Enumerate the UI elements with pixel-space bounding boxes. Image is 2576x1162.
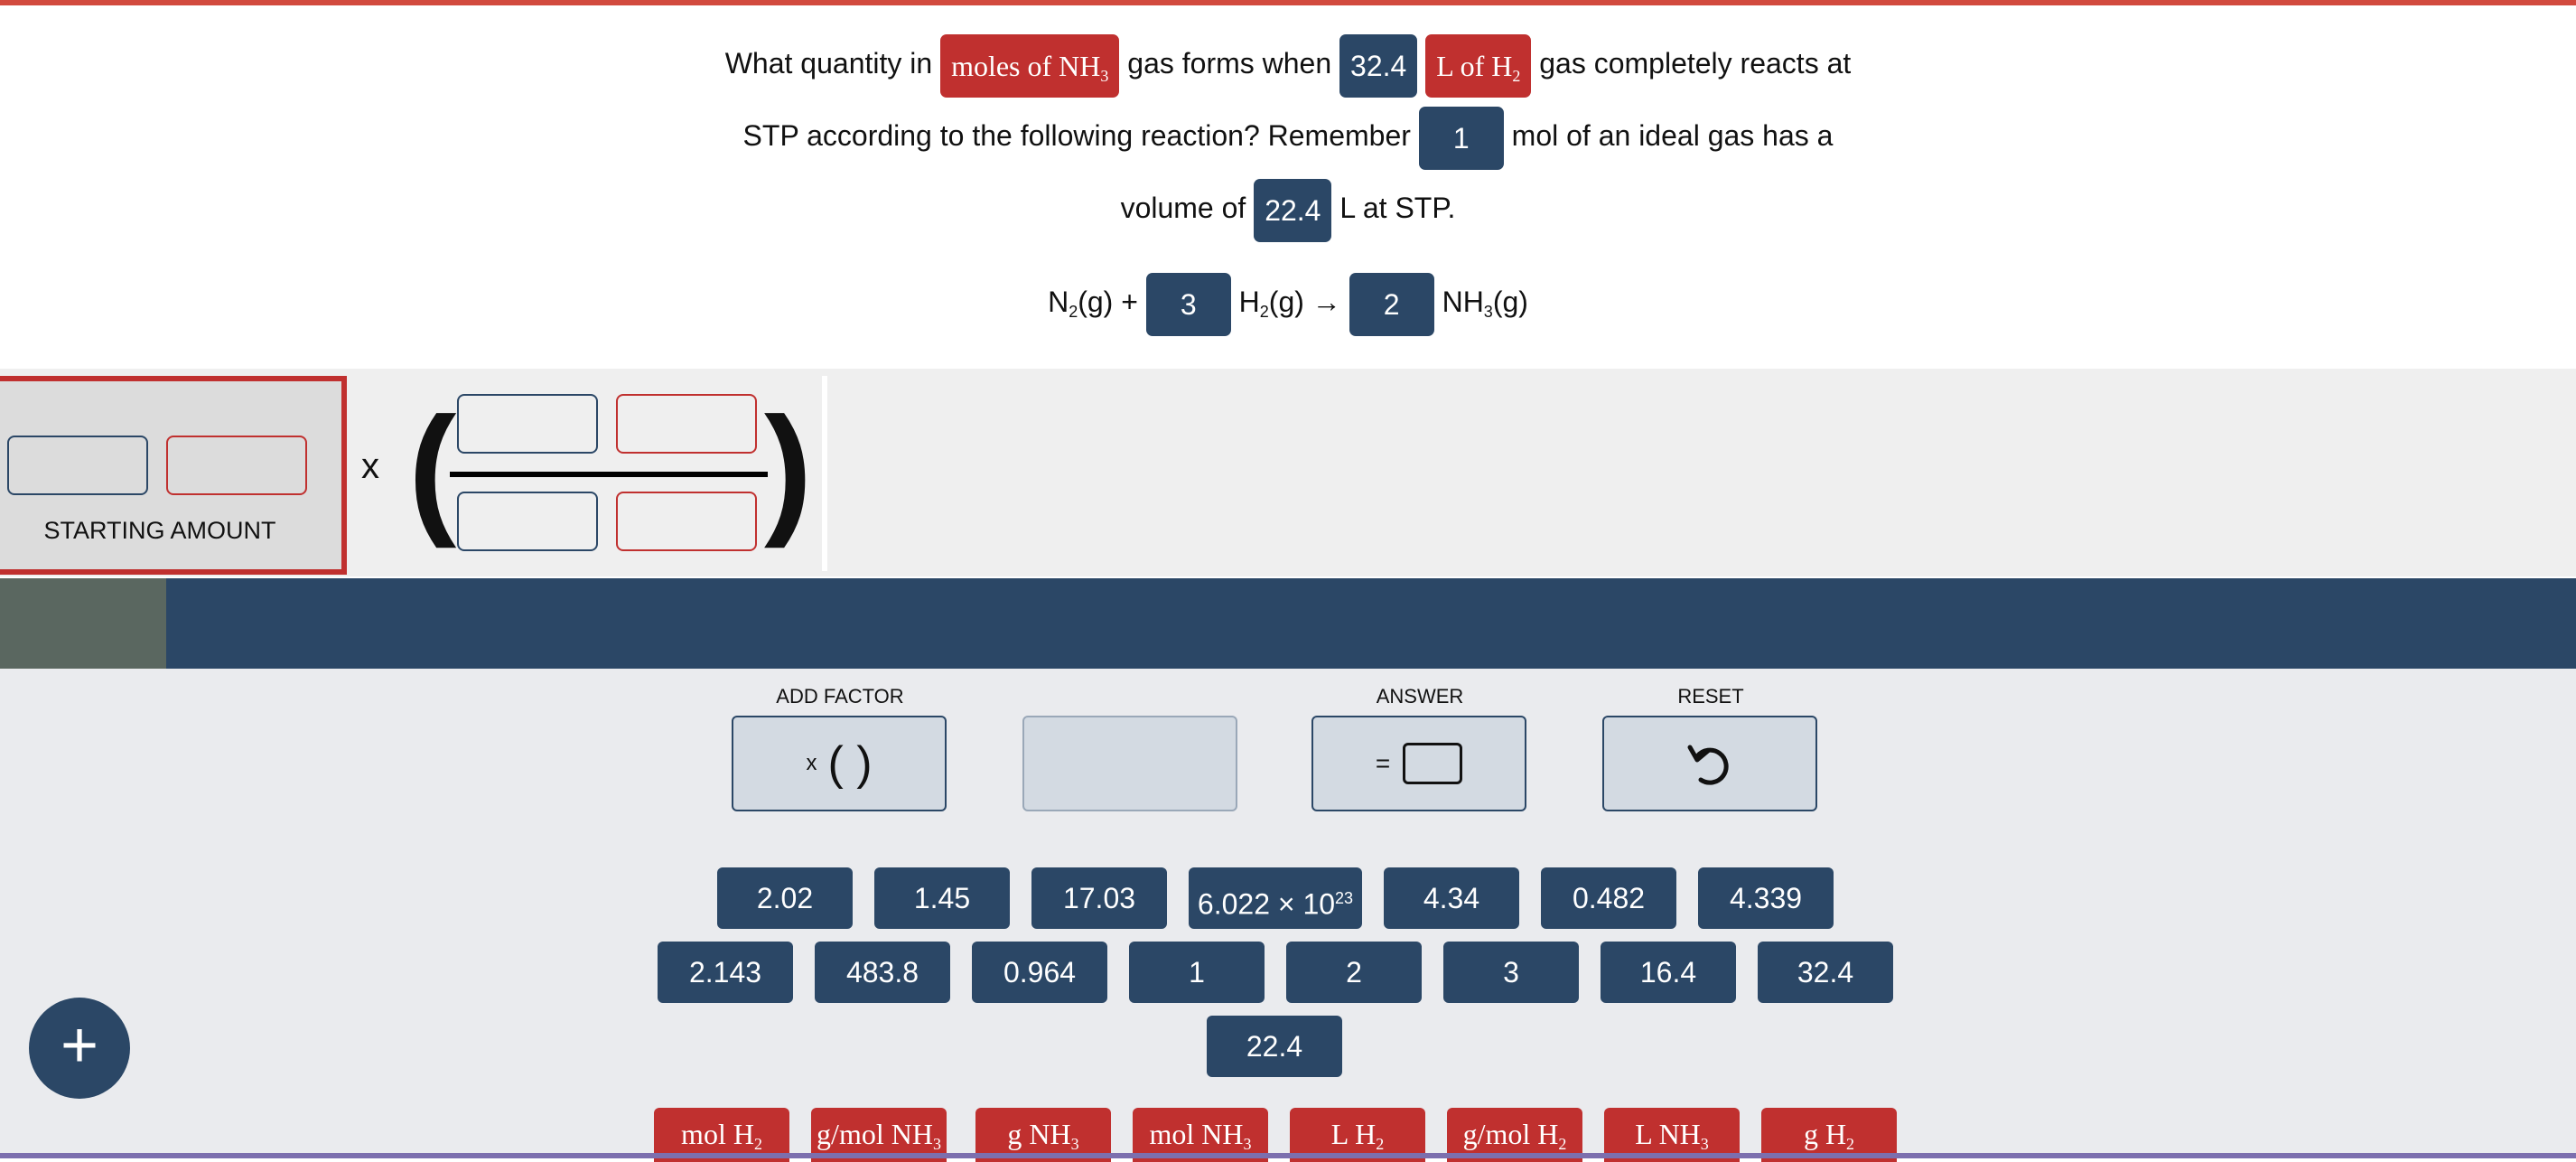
avogadro-base: 6.022 × 10 <box>1197 887 1336 921</box>
subscript: 3 <box>1483 303 1493 321</box>
numerator-unit-slot[interactable] <box>616 394 757 454</box>
question-text: What quantity in <box>724 47 933 80</box>
product-nh3: NH <box>1442 286 1484 318</box>
chip-text: L of H <box>1436 49 1513 82</box>
top-accent-bar <box>0 0 2576 5</box>
equals-sign: = <box>1375 749 1391 777</box>
coefficient-chip-nh3: 2 <box>1349 272 1434 336</box>
answer-button[interactable]: = <box>1311 716 1526 811</box>
question-text: STP according to the following reaction?… <box>742 119 1411 152</box>
number-chip[interactable]: 2.143 <box>658 942 793 1003</box>
unit-text: g NH <box>1007 1118 1071 1150</box>
bottom-edge-line <box>0 1153 2576 1158</box>
number-chip-avogadro[interactable]: 6.022 × 1023 <box>1189 867 1362 929</box>
unit-subscript: 2 <box>1376 1135 1385 1153</box>
factor-drop-area <box>822 376 2576 571</box>
unit-text: g/mol H <box>1462 1118 1559 1150</box>
fraction-bar <box>450 472 768 477</box>
unit-subscript: 2 <box>1846 1135 1855 1153</box>
chip-subscript: 2 <box>1512 66 1521 85</box>
question-line-2: STP according to the following reaction?… <box>0 103 2576 170</box>
reactant-h2: H <box>1238 286 1260 318</box>
avogadro-exponent: 23 <box>1335 889 1354 907</box>
number-chip[interactable]: 16.4 <box>1601 942 1736 1003</box>
unit-subscript: 3 <box>1243 1135 1252 1153</box>
unit-subscript: 3 <box>1700 1135 1709 1153</box>
answer-box-icon <box>1403 743 1463 784</box>
starting-value-slot[interactable] <box>7 436 148 495</box>
denominator-value-slot[interactable] <box>457 492 598 551</box>
add-button-plus-icon[interactable]: + <box>29 998 130 1099</box>
starting-unit-slot[interactable] <box>166 436 307 495</box>
close-paren: ) <box>764 387 813 548</box>
empty-tool-button[interactable] <box>1022 716 1237 811</box>
question-text: gas forms when <box>1127 47 1332 80</box>
question-line-3: volume of 22.4 L at STP. <box>0 175 2576 242</box>
unit-text: mol NH <box>1149 1118 1244 1150</box>
undo-arrow-icon <box>1604 717 1815 810</box>
add-factor-label: ADD FACTOR <box>776 685 904 708</box>
coefficient-chip-h2: 3 <box>1145 272 1231 336</box>
reset-button[interactable] <box>1602 716 1817 811</box>
number-chip[interactable]: 2 <box>1286 942 1422 1003</box>
add-factor-button[interactable]: x ( ) <box>732 716 947 811</box>
answer-label: ANSWER <box>1376 685 1464 708</box>
reaction-text: (g) + <box>1078 286 1138 318</box>
dimensional-analysis-workspace: STARTING AMOUNT x ( ) <box>0 369 2576 576</box>
subscript: 2 <box>1259 303 1269 321</box>
value-chip-32-4: 32.4 <box>1339 33 1418 98</box>
number-chip[interactable]: 17.03 <box>1031 867 1167 929</box>
unit-chip-moles-nh3: moles of NH3 <box>940 33 1120 98</box>
unit-chip-l-h2: L of H2 <box>1425 33 1532 98</box>
reaction-equation: N2(g) + 3 H2(g) → 2 NH3(g) <box>0 269 2576 344</box>
number-chip[interactable]: 483.8 <box>815 942 950 1003</box>
unit-text: g/mol NH <box>817 1118 933 1150</box>
number-chip[interactable]: 3 <box>1443 942 1579 1003</box>
number-chip[interactable]: 32.4 <box>1758 942 1893 1003</box>
number-chip[interactable]: 0.482 <box>1541 867 1676 929</box>
question-text: volume of <box>1120 192 1246 224</box>
starting-amount-box[interactable]: STARTING AMOUNT <box>0 376 347 575</box>
add-factor-x: x <box>806 751 817 775</box>
denominator-unit-slot[interactable] <box>616 492 757 551</box>
chip-subscript: 3 <box>1100 66 1109 85</box>
unit-text: mol H <box>681 1118 754 1150</box>
unit-subscript: 2 <box>753 1135 762 1153</box>
unit-text: L NH <box>1635 1118 1701 1150</box>
unit-text: g H <box>1803 1118 1847 1150</box>
number-chip[interactable]: 1.45 <box>874 867 1010 929</box>
question-line-1: What quantity in moles of NH3 gas forms … <box>0 31 2576 98</box>
chip-text: moles of NH <box>951 49 1101 82</box>
add-factor-icon: x ( ) <box>733 717 945 810</box>
question-text: gas completely reacts at <box>1539 47 1852 80</box>
value-chip-22-4: 22.4 <box>1254 178 1332 242</box>
number-chip[interactable]: 4.339 <box>1698 867 1834 929</box>
numerator-value-slot[interactable] <box>457 394 598 454</box>
add-factor-parens: ( ) <box>827 737 873 790</box>
open-paren: ( <box>408 387 457 548</box>
reactant-n2: N <box>1048 286 1069 318</box>
question-text: mol of an ideal gas has a <box>1511 119 1834 152</box>
number-chip[interactable]: 2.02 <box>717 867 853 929</box>
subscript: 2 <box>1069 303 1078 321</box>
value-chip-1: 1 <box>1418 106 1504 170</box>
toolbar-band <box>0 578 2576 669</box>
multiply-symbol: x <box>361 446 379 486</box>
number-chip[interactable]: 1 <box>1129 942 1265 1003</box>
reset-label: RESET <box>1677 685 1744 708</box>
number-chip[interactable]: 0.964 <box>972 942 1107 1003</box>
starting-amount-label: STARTING AMOUNT <box>43 517 276 544</box>
unit-text: L H <box>1330 1118 1377 1150</box>
number-chip[interactable]: 22.4 <box>1207 1016 1342 1077</box>
unit-subscript: 3 <box>932 1135 941 1153</box>
question-text: L at STP. <box>1339 192 1456 224</box>
number-chip[interactable]: 4.34 <box>1384 867 1519 929</box>
unit-subscript: 2 <box>1558 1135 1567 1153</box>
reaction-text: (g) <box>1492 286 1528 318</box>
answer-icon: = <box>1313 717 1525 810</box>
unit-subscript: 3 <box>1070 1135 1079 1153</box>
toolbar-band-left-block <box>0 578 166 669</box>
reaction-text: (g) → <box>1268 286 1341 318</box>
